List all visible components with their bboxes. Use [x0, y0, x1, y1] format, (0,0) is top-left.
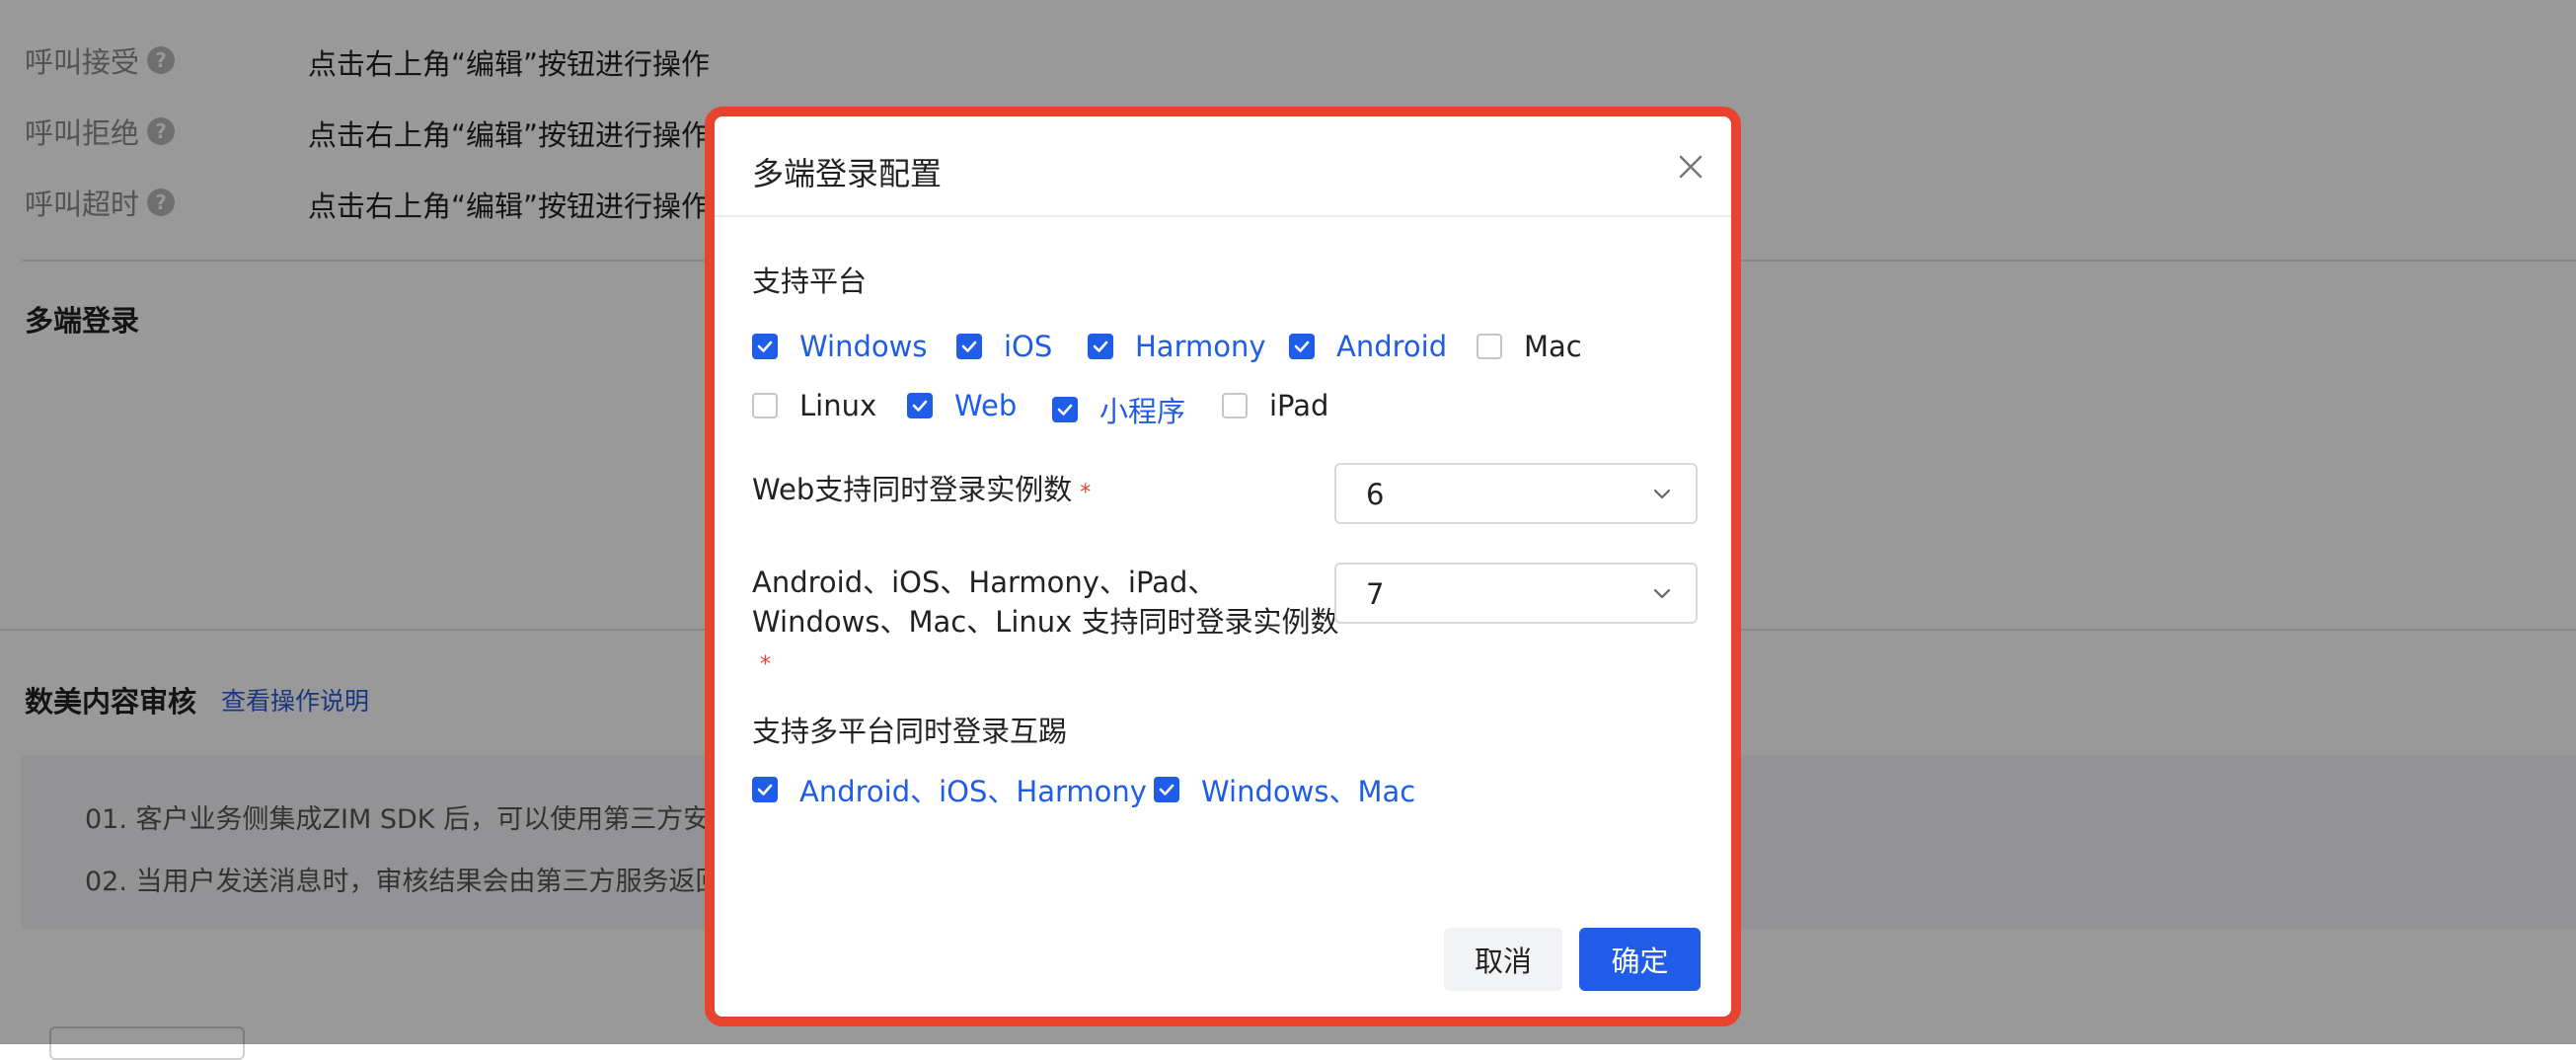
checkbox-box — [1477, 334, 1502, 359]
checkbox-box — [1289, 334, 1315, 359]
checkbox-label: 小程序 — [1099, 395, 1186, 428]
checkbox-label: Mac — [1524, 330, 1582, 363]
web-instances-select[interactable]: 6 — [1334, 463, 1698, 524]
checkbox-check-icon — [1294, 341, 1310, 352]
checkbox-check-icon — [1159, 784, 1174, 795]
checkbox-label: Linux — [799, 389, 877, 422]
platform-checkbox-harmony[interactable]: Harmony — [1088, 330, 1266, 363]
web-instances-label: Web支持同时登录实例数 * — [752, 473, 1092, 506]
checkbox-box — [1222, 393, 1248, 418]
chevron-down-icon — [1653, 588, 1671, 599]
platform-checkbox-web[interactable]: Web — [907, 389, 1017, 422]
dialog-title: 多端登录配置 — [752, 155, 943, 192]
checkbox-check-icon — [912, 400, 928, 412]
checkbox-box — [752, 334, 778, 359]
platform-checkbox-android[interactable]: Android — [1289, 330, 1447, 363]
checkbox-box — [752, 777, 778, 802]
kick-checkbox-desktop[interactable]: Windows、Mac — [1154, 769, 1415, 810]
checkbox-box — [1088, 334, 1113, 359]
confirm-button[interactable]: 确定 — [1579, 928, 1701, 991]
checkbox-check-icon — [961, 341, 977, 352]
checkbox-check-icon — [1093, 341, 1108, 352]
checkbox-label: iPad — [1269, 389, 1329, 422]
platform-checkbox-ios[interactable]: iOS — [956, 330, 1052, 363]
supported-platforms-title: 支持平台 — [752, 265, 868, 298]
checkbox-box — [1154, 777, 1179, 802]
checkbox-box — [752, 393, 778, 418]
checkbox-label: Windows — [799, 330, 928, 363]
select-value: 7 — [1366, 577, 1385, 611]
close-button[interactable] — [1676, 152, 1705, 182]
platform-checkbox-ipad[interactable]: iPad — [1222, 389, 1328, 422]
checkbox-label: iOS — [1004, 330, 1053, 363]
dialog-header: 多端登录配置 — [715, 116, 1731, 217]
checkbox-box — [907, 393, 933, 418]
platform-checkbox-mini-program[interactable]: 小程序 — [1052, 389, 1185, 430]
checkbox-box — [956, 334, 982, 359]
native-instances-label: Android、iOS、Harmony、iPad、 Windows、Mac、Li… — [752, 566, 1339, 677]
checkbox-label: Android、iOS、Harmony — [799, 775, 1147, 808]
select-value: 6 — [1366, 478, 1385, 511]
kick-checkbox-mobile[interactable]: Android、iOS、Harmony — [752, 769, 1147, 810]
platform-checkbox-linux[interactable]: Linux — [752, 389, 876, 422]
kick-policy-title: 支持多平台同时登录互踢 — [752, 715, 1068, 748]
checkbox-check-icon — [757, 341, 773, 352]
cancel-button[interactable]: 取消 — [1444, 928, 1562, 991]
checkbox-label: Harmony — [1135, 330, 1266, 363]
multi-login-config-dialog: 多端登录配置 支持平台 Windows iOS Harmony Android … — [705, 107, 1741, 1026]
chevron-down-icon — [1653, 489, 1671, 499]
required-mark: * — [760, 652, 771, 677]
checkbox-label: Android — [1336, 330, 1448, 363]
platform-checkbox-windows[interactable]: Windows — [752, 330, 927, 363]
checkbox-label: Web — [954, 389, 1018, 422]
checkbox-box — [1052, 397, 1078, 422]
checkbox-label: Windows、Mac — [1201, 775, 1416, 808]
checkbox-check-icon — [1057, 404, 1073, 416]
native-instances-select[interactable]: 7 — [1334, 563, 1698, 624]
checkbox-check-icon — [757, 784, 773, 795]
required-mark: * — [1080, 481, 1092, 505]
platform-checkbox-mac[interactable]: Mac — [1477, 330, 1582, 363]
close-icon — [1679, 155, 1703, 179]
